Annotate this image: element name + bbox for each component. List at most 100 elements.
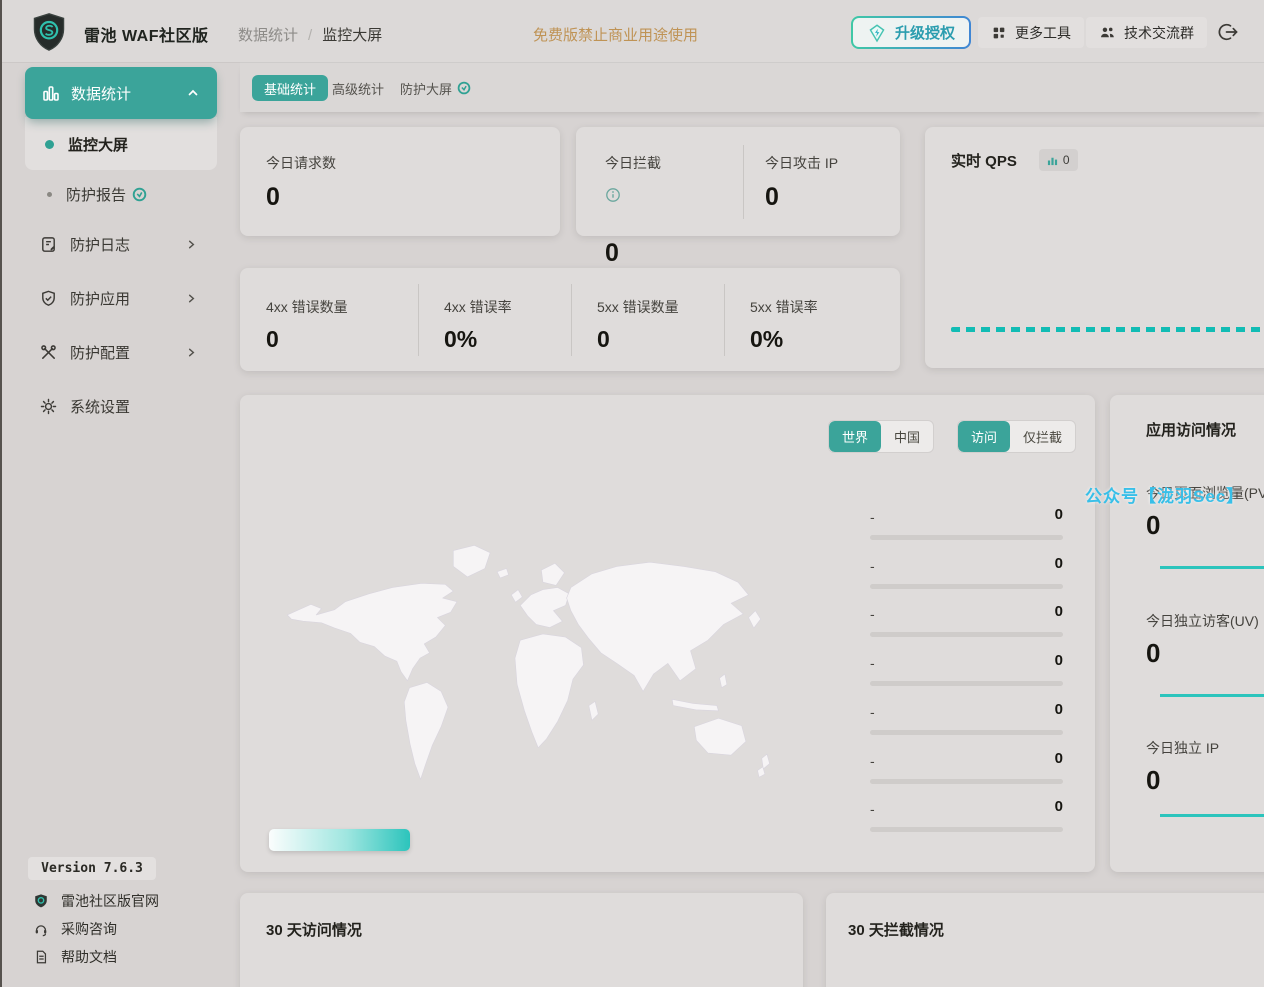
region-option-world[interactable]: 世界 [829,421,881,452]
community-group-label: 技术交流群 [1124,23,1194,43]
mode-option-blocked[interactable]: 仅拦截 [1010,421,1075,452]
card-divider [418,284,419,356]
island-greenland [453,545,490,577]
sidebar-item-monitor-screen[interactable]: 监控大屏 [25,124,217,164]
license-warning-text: 免费版禁止商业用途使用 [533,24,698,45]
ranking-row: - 0 [870,592,1063,641]
qps-title: 实时 QPS [951,150,1017,171]
card-world-map: 世界 中国 访问 仅拦截 [240,395,1095,872]
map-region-toggle: 世界 中国 [828,420,934,453]
sidebar-item-label: 防护配置 [70,342,130,363]
today-attack-ip-value: 0 [765,183,779,212]
breadcrumb-parent[interactable]: 数据统计 [238,27,298,44]
sidebar-item-protection-report[interactable]: 防护报告 [25,174,217,214]
mode-option-visits[interactable]: 访问 [958,421,1010,452]
breadcrumb-separator: / [308,27,312,44]
sidebar-link-label: 帮助文档 [61,947,117,967]
bar-chart-icon [41,83,61,103]
top-header: 雷池 WAF社区版 数据统计 / 监控大屏 免费版禁止商业用途使用 升级授权 [0,0,1264,62]
chevron-right-icon [186,293,197,304]
tab-advanced-stats[interactable]: 高级统计 [332,75,384,101]
app-root: 雷池 WAF社区版 数据统计 / 监控大屏 免费版禁止商业用途使用 升级授权 [0,0,1264,987]
error-5xx-count-value: 0 [597,326,610,353]
shield-check-icon [39,289,58,308]
ranking-bar-track [870,681,1063,686]
card-today-requests: 今日请求数 0 [240,127,560,236]
tab-protection-screen[interactable]: 防护大屏 [400,75,471,101]
breadcrumb: 数据统计 / 监控大屏 [238,24,382,45]
breadcrumb-current: 监控大屏 [322,27,382,44]
grid-icon [991,25,1007,41]
gear-icon [39,397,58,416]
island-iceland [497,569,509,578]
ranking-bar-track [870,827,1063,832]
sidebar-scrollbar[interactable] [0,0,2,987]
sidebar-item-protected-apps[interactable]: 防护应用 [25,278,217,318]
today-blocked-label: 今日拦截 [605,153,661,173]
island-madagascar [589,701,598,720]
tab-basic-stats[interactable]: 基础统计 [252,75,328,101]
today-attack-ip-label: 今日攻击 IP [765,153,838,173]
ranking-row: - 0 [870,739,1063,788]
unique-ip-value: 0 [1146,765,1160,796]
app-title: 雷池 WAF社区版 [84,22,209,46]
upgrade-license-button[interactable]: 升级授权 [851,16,971,49]
ranking-bar-track [870,632,1063,637]
more-tools-label: 更多工具 [1015,23,1071,43]
error-5xx-rate-label: 5xx 错误率 [750,297,818,317]
sidebar-link-help-docs[interactable]: 帮助文档 [33,946,117,968]
ranking-row: - 0 [870,544,1063,593]
ranking-name: - [870,655,875,671]
map-mode-toggle: 访问 仅拦截 [957,420,1076,453]
sidebar-link-label: 雷池社区版官网 [61,891,159,911]
sidebar-item-label: 防护应用 [70,288,130,309]
error-4xx-rate-value: 0% [444,326,477,353]
uv-underline [1160,694,1264,697]
tab-advanced-label: 高级统计 [332,79,384,98]
ranking-value: 0 [1055,555,1063,572]
chevron-right-icon [186,347,197,358]
blocks-30d-title: 30 天拦截情况 [848,919,944,940]
card-divider [571,284,572,356]
continent-australia [694,718,746,755]
more-tools-button[interactable]: 更多工具 [978,17,1084,48]
ranking-value: 0 [1055,652,1063,669]
sidebar-item-protection-config[interactable]: 防护配置 [25,332,217,372]
community-group-button[interactable]: 技术交流群 [1086,17,1207,48]
ranking-name: - [870,753,875,769]
ranking-value: 0 [1055,603,1063,620]
sidebar-link-purchase[interactable]: 采购咨询 [33,918,117,940]
continent-europe [520,587,569,627]
info-icon[interactable] [605,187,621,203]
ranking-bar-track [870,779,1063,784]
island-japan [749,611,761,628]
card-today-blocked-attackip: 今日拦截 0 今日攻击 IP 0 [576,127,900,236]
unique-ip-underline [1160,814,1264,817]
card-30d-blocks: 30 天拦截情况 [826,893,1264,987]
uv-value: 0 [1146,638,1160,669]
sidebar-item-protection-logs[interactable]: 防护日志 [25,224,217,264]
ranking-value: 0 [1055,506,1063,523]
sidebar-group-data-stats[interactable]: 数据统计 [25,67,217,119]
island-uk [511,590,522,603]
ranking-bar-track [870,730,1063,735]
sidebar-link-official-site[interactable]: 雷池社区版官网 [33,890,159,912]
ranking-bar-track [870,584,1063,589]
upgrade-button-label: 升级授权 [895,22,955,43]
people-group-icon [1099,24,1116,41]
world-map-canvas[interactable] [270,520,800,810]
islands-indonesia [672,699,718,711]
logout-icon[interactable] [1216,21,1238,43]
diamond-lightning-icon [867,23,887,43]
ranking-row: - 0 [870,495,1063,544]
ranking-row: - 0 [870,641,1063,690]
stats-tab-strip: 基础统计 高级统计 防护大屏 [240,62,1264,112]
app-visits-title: 应用访问情况 [1146,419,1236,440]
document-icon [33,949,49,965]
upgrade-license-button-inner: 升级授权 [853,18,969,47]
error-5xx-rate-value: 0% [750,326,783,353]
sidebar-item-system-settings[interactable]: 系统设置 [25,386,217,426]
bullet-dot-icon [47,192,52,197]
error-4xx-count-value: 0 [266,326,279,353]
region-option-china[interactable]: 中国 [881,421,933,452]
